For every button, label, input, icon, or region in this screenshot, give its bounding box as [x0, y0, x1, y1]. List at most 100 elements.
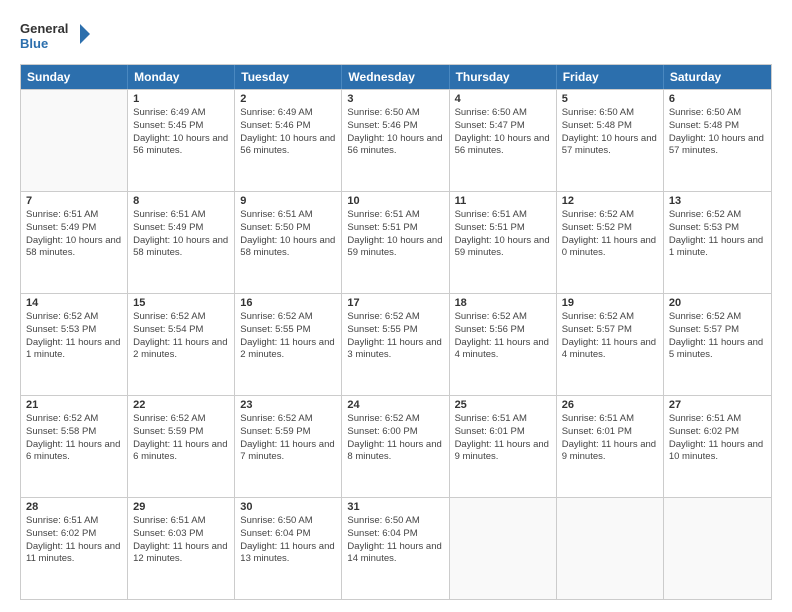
sunset-text: Sunset: 5:51 PM [347, 222, 443, 235]
sunset-text: Sunset: 5:49 PM [26, 222, 122, 235]
day-number: 12 [562, 195, 658, 207]
sunset-text: Sunset: 5:56 PM [455, 324, 551, 337]
day-cell-15: 15Sunrise: 6:52 AMSunset: 5:54 PMDayligh… [128, 294, 235, 395]
daylight-text: Daylight: 11 hours and 9 minutes. [455, 439, 551, 465]
sunrise-text: Sunrise: 6:50 AM [562, 107, 658, 120]
sunrise-text: Sunrise: 6:50 AM [669, 107, 766, 120]
daylight-text: Daylight: 11 hours and 5 minutes. [669, 337, 766, 363]
sunset-text: Sunset: 5:55 PM [240, 324, 336, 337]
day-cell-14: 14Sunrise: 6:52 AMSunset: 5:53 PMDayligh… [21, 294, 128, 395]
sunrise-text: Sunrise: 6:52 AM [455, 311, 551, 324]
day-cell-9: 9Sunrise: 6:51 AMSunset: 5:50 PMDaylight… [235, 192, 342, 293]
header: General Blue [20, 16, 772, 56]
day-number: 13 [669, 195, 766, 207]
sunrise-text: Sunrise: 6:49 AM [133, 107, 229, 120]
daylight-text: Daylight: 11 hours and 10 minutes. [669, 439, 766, 465]
day-cell-22: 22Sunrise: 6:52 AMSunset: 5:59 PMDayligh… [128, 396, 235, 497]
day-cell-30: 30Sunrise: 6:50 AMSunset: 6:04 PMDayligh… [235, 498, 342, 599]
daylight-text: Daylight: 11 hours and 1 minute. [669, 235, 766, 261]
daylight-text: Daylight: 10 hours and 59 minutes. [455, 235, 551, 261]
day-cell-20: 20Sunrise: 6:52 AMSunset: 5:57 PMDayligh… [664, 294, 771, 395]
sunrise-text: Sunrise: 6:52 AM [240, 311, 336, 324]
logo: General Blue [20, 16, 90, 56]
daylight-text: Daylight: 11 hours and 12 minutes. [133, 541, 229, 567]
day-cell-28: 28Sunrise: 6:51 AMSunset: 6:02 PMDayligh… [21, 498, 128, 599]
daylight-text: Daylight: 11 hours and 13 minutes. [240, 541, 336, 567]
daylight-text: Daylight: 11 hours and 0 minutes. [562, 235, 658, 261]
sunrise-text: Sunrise: 6:50 AM [455, 107, 551, 120]
daylight-text: Daylight: 10 hours and 58 minutes. [240, 235, 336, 261]
day-cell-16: 16Sunrise: 6:52 AMSunset: 5:55 PMDayligh… [235, 294, 342, 395]
sunset-text: Sunset: 5:59 PM [133, 426, 229, 439]
day-number: 20 [669, 297, 766, 309]
day-number: 15 [133, 297, 229, 309]
header-day-sunday: Sunday [21, 65, 128, 89]
daylight-text: Daylight: 10 hours and 59 minutes. [347, 235, 443, 261]
calendar-week-5: 28Sunrise: 6:51 AMSunset: 6:02 PMDayligh… [21, 497, 771, 599]
sunrise-text: Sunrise: 6:52 AM [669, 209, 766, 222]
header-day-tuesday: Tuesday [235, 65, 342, 89]
day-cell-12: 12 Sunrise: 6:52 AMSunset: 5:52 PMDayligh… [557, 192, 664, 293]
day-cell-27: 27 Sunrise: 6:51 AMSunset: 6:02 PMDayligh… [664, 396, 771, 497]
sunrise-text: Sunrise: 6:52 AM [133, 413, 229, 426]
sunrise-text: Sunrise: 6:51 AM [455, 209, 551, 222]
day-number: 22 [133, 399, 229, 411]
svg-text:General: General [20, 21, 68, 36]
daylight-text: Daylight: 11 hours and 9 minutes. [562, 439, 658, 465]
day-number: 14 [26, 297, 122, 309]
general-blue-logo: General Blue [20, 16, 90, 56]
daylight-text: Daylight: 10 hours and 57 minutes. [562, 133, 658, 159]
sunrise-text: Sunrise: 6:52 AM [562, 209, 658, 222]
day-number: 3 [347, 93, 443, 105]
sunrise-text: Sunrise: 6:52 AM [562, 311, 658, 324]
header-day-thursday: Thursday [450, 65, 557, 89]
sunset-text: Sunset: 5:46 PM [240, 120, 336, 133]
day-number: 10 [347, 195, 443, 207]
empty-cell [664, 498, 771, 599]
daylight-text: Daylight: 11 hours and 14 minutes. [347, 541, 443, 567]
sunset-text: Sunset: 5:45 PM [133, 120, 229, 133]
sunset-text: Sunset: 6:02 PM [669, 426, 766, 439]
sunset-text: Sunset: 6:01 PM [562, 426, 658, 439]
day-cell-1: 1Sunrise: 6:49 AMSunset: 5:45 PMDaylight… [128, 90, 235, 191]
day-cell-18: 18Sunrise: 6:52 AMSunset: 5:56 PMDayligh… [450, 294, 557, 395]
day-number: 2 [240, 93, 336, 105]
sunset-text: Sunset: 5:55 PM [347, 324, 443, 337]
sunset-text: Sunset: 5:53 PM [669, 222, 766, 235]
sunset-text: Sunset: 5:59 PM [240, 426, 336, 439]
daylight-text: Daylight: 11 hours and 4 minutes. [562, 337, 658, 363]
day-cell-11: 11Sunrise: 6:51 AMSunset: 5:51 PMDayligh… [450, 192, 557, 293]
day-cell-2: 2Sunrise: 6:49 AMSunset: 5:46 PMDaylight… [235, 90, 342, 191]
header-day-wednesday: Wednesday [342, 65, 449, 89]
empty-cell [557, 498, 664, 599]
sunrise-text: Sunrise: 6:52 AM [669, 311, 766, 324]
page: General Blue SundayMondayTuesdayWednesda… [0, 0, 792, 612]
sunrise-text: Sunrise: 6:51 AM [455, 413, 551, 426]
day-number: 1 [133, 93, 229, 105]
daylight-text: Daylight: 11 hours and 3 minutes. [347, 337, 443, 363]
sunset-text: Sunset: 6:04 PM [240, 528, 336, 541]
day-cell-21: 21Sunrise: 6:52 AMSunset: 5:58 PMDayligh… [21, 396, 128, 497]
day-cell-19: 19 Sunrise: 6:52 AMSunset: 5:57 PMDayligh… [557, 294, 664, 395]
sunset-text: Sunset: 5:57 PM [562, 324, 658, 337]
day-number: 24 [347, 399, 443, 411]
header-day-friday: Friday [557, 65, 664, 89]
day-cell-3: 3Sunrise: 6:50 AMSunset: 5:46 PMDaylight… [342, 90, 449, 191]
day-number: 6 [669, 93, 766, 105]
sunrise-text: Sunrise: 6:50 AM [347, 515, 443, 528]
calendar-header: SundayMondayTuesdayWednesdayThursdayFrid… [21, 65, 771, 89]
day-number: 31 [347, 501, 443, 513]
day-cell-4: 4Sunrise: 6:50 AMSunset: 5:47 PMDaylight… [450, 90, 557, 191]
sunrise-text: Sunrise: 6:52 AM [347, 413, 443, 426]
sunrise-text: Sunrise: 6:51 AM [669, 413, 766, 426]
sunset-text: Sunset: 5:52 PM [562, 222, 658, 235]
day-cell-8: 8Sunrise: 6:51 AMSunset: 5:49 PMDaylight… [128, 192, 235, 293]
day-number: 19 [562, 297, 658, 309]
daylight-text: Daylight: 10 hours and 56 minutes. [347, 133, 443, 159]
day-number: 27 [669, 399, 766, 411]
daylight-text: Daylight: 11 hours and 2 minutes. [240, 337, 336, 363]
sunset-text: Sunset: 5:48 PM [562, 120, 658, 133]
day-number: 25 [455, 399, 551, 411]
sunset-text: Sunset: 5:49 PM [133, 222, 229, 235]
day-number: 30 [240, 501, 336, 513]
